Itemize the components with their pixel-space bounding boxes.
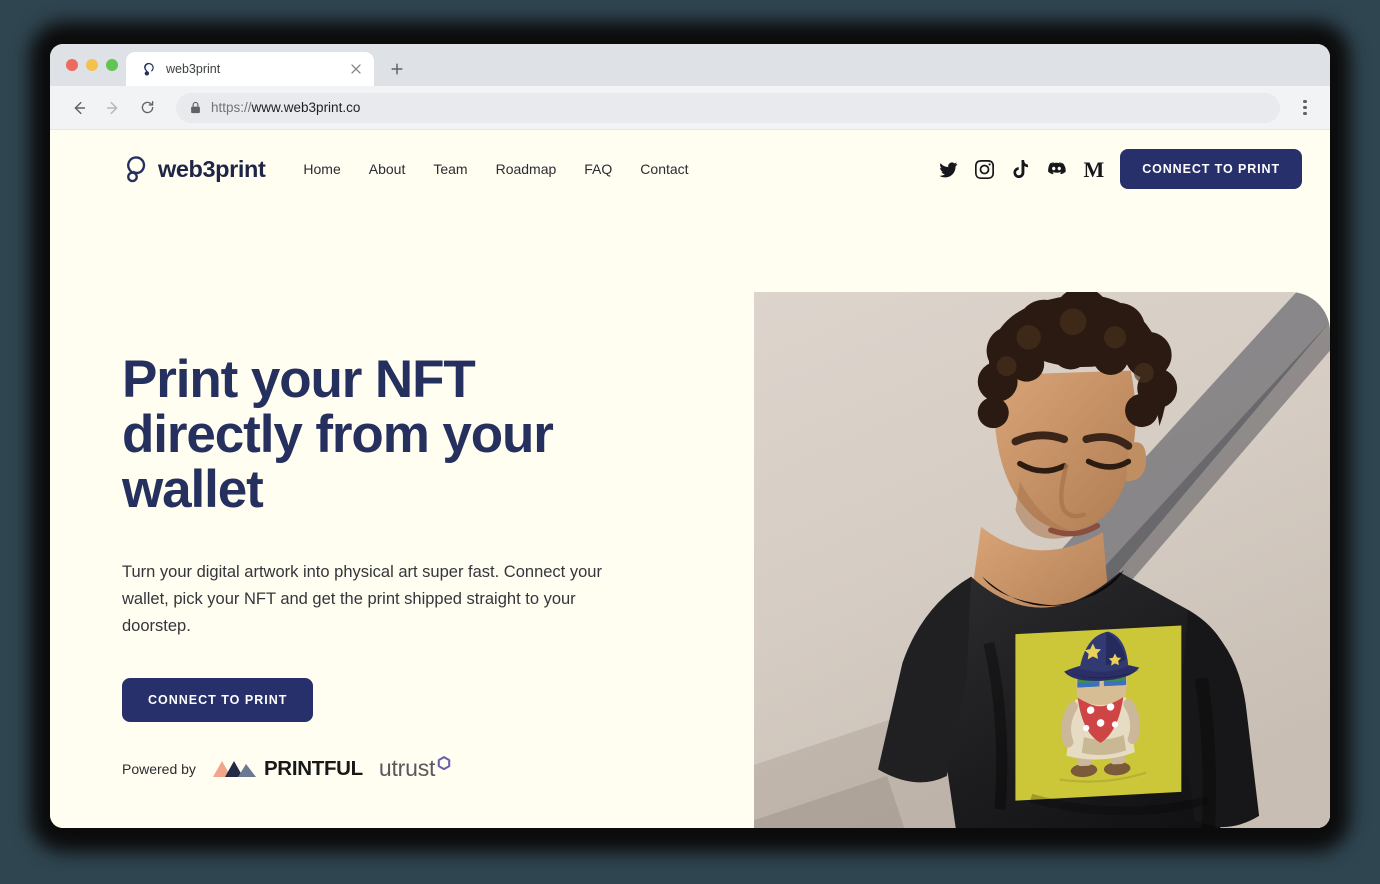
- web3print-logo-icon: [144, 62, 154, 76]
- utrust-hexagon-icon: [437, 756, 451, 771]
- printful-wordmark: PRINTFUL: [263, 756, 363, 780]
- minimize-window-button[interactable]: [86, 59, 98, 71]
- main-navigation: Home About Team Roadmap FAQ Contact: [303, 161, 688, 177]
- address-bar-url: https://www.web3print.co: [211, 100, 360, 115]
- instagram-icon[interactable]: [975, 159, 995, 179]
- discord-icon[interactable]: [1047, 160, 1067, 179]
- browser-tab[interactable]: web3print: [126, 52, 374, 86]
- close-icon[interactable]: [348, 61, 364, 77]
- address-bar[interactable]: https://www.web3print.co: [176, 92, 1280, 123]
- utrust-logo[interactable]: utrust: [379, 755, 451, 782]
- social-links: M: [939, 158, 1104, 180]
- twitter-icon[interactable]: [939, 160, 958, 179]
- window-traffic-lights: [62, 44, 126, 86]
- powered-by-section: Powered by PRINTFUL utrust: [122, 755, 451, 782]
- nav-item-about[interactable]: About: [369, 161, 406, 177]
- nav-item-home[interactable]: Home: [303, 161, 340, 177]
- url-scheme: https://: [211, 100, 252, 115]
- page-viewport: web3print Home About Team Roadmap FAQ Co…: [50, 130, 1330, 828]
- reload-button[interactable]: [132, 93, 162, 123]
- back-arrow-icon: [74, 101, 86, 114]
- browser-tab-title: web3print: [166, 62, 221, 76]
- three-dot-menu-icon[interactable]: [1292, 93, 1318, 123]
- forward-button[interactable]: [98, 93, 128, 123]
- header-connect-to-print-button[interactable]: CONNECT TO PRINT: [1120, 149, 1302, 189]
- hero-photo: [754, 292, 1330, 828]
- hero-photo-illustration: [754, 292, 1330, 828]
- tiktok-icon[interactable]: [1011, 159, 1030, 179]
- new-tab-button[interactable]: [380, 52, 414, 86]
- maximize-window-button[interactable]: [106, 59, 118, 71]
- brand-name: web3print: [158, 155, 266, 182]
- browser-window: web3print https://www.web3print.co web3p…: [50, 44, 1330, 828]
- hero-content: Print your NFT directly from your wallet…: [50, 208, 754, 828]
- hero-subtitle: Turn your digital artwork into physical …: [122, 563, 602, 636]
- back-button[interactable]: [64, 93, 94, 123]
- plus-icon: [391, 63, 403, 75]
- url-host: www.web3print.co: [251, 100, 361, 115]
- nav-item-roadmap[interactable]: Roadmap: [496, 161, 557, 177]
- printful-logo[interactable]: PRINTFUL: [212, 757, 363, 781]
- header-actions: M CONNECT TO PRINT: [939, 149, 1302, 189]
- hero-section: Print your NFT directly from your wallet…: [50, 208, 1330, 828]
- brand-logo[interactable]: web3print: [122, 155, 266, 184]
- browser-tab-strip: web3print: [50, 44, 1330, 86]
- lock-icon: [191, 101, 200, 114]
- nav-item-contact[interactable]: Contact: [640, 161, 688, 177]
- web3print-logo-icon: [127, 155, 146, 182]
- printful-mountain-icon: [212, 760, 256, 777]
- page-title: Print your NFT directly from your wallet: [122, 350, 554, 520]
- site-header: web3print Home About Team Roadmap FAQ Co…: [50, 130, 1330, 208]
- powered-by-label: Powered by: [122, 760, 196, 777]
- utrust-wordmark: utrust: [378, 755, 436, 781]
- browser-toolbar: https://www.web3print.co: [50, 86, 1330, 130]
- hero-connect-to-print-button[interactable]: CONNECT TO PRINT: [122, 678, 314, 723]
- nav-item-team[interactable]: Team: [433, 161, 467, 177]
- close-window-button[interactable]: [66, 59, 78, 71]
- reload-icon: [141, 101, 153, 114]
- forward-arrow-icon: [106, 101, 118, 114]
- medium-icon[interactable]: M: [1083, 158, 1104, 180]
- nav-item-faq[interactable]: FAQ: [584, 161, 612, 177]
